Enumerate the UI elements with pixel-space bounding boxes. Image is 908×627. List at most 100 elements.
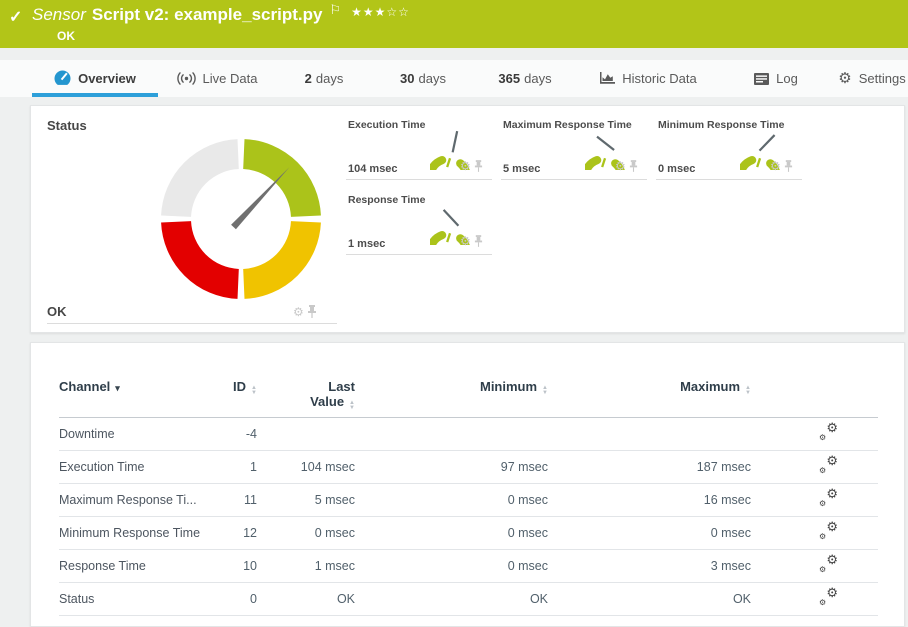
mini-gauge-value: 104 msec [348,163,398,175]
pin-icon[interactable] [629,160,638,172]
channel-settings-icon[interactable]: ⚙⚙ [819,424,838,441]
table-row[interactable]: Downtime -4 ⚙⚙ [59,418,878,451]
pin-icon[interactable] [784,160,793,172]
mini-gauge-label: Response Time [348,194,425,206]
tab-365-days[interactable]: 365 days [488,60,562,97]
channel-settings-icon[interactable]: ⚙⚙ [819,490,838,507]
table-row[interactable]: Maximum Response Ti... 11 5 msec 0 msec … [59,484,878,517]
channel-name: Execution Time [59,451,209,484]
tab-2-days-number: 2 [305,71,312,86]
channel-name: Response Time [59,550,209,583]
gauge-settings-icon[interactable]: ⚙ [615,160,626,172]
column-header-maximum-label: Maximum [680,379,740,394]
sort-icon[interactable]: ▲▼ [251,386,257,396]
table-row[interactable]: Status 0 OK OK OK ⚙⚙ [59,583,878,616]
column-header-maximum[interactable]: Maximum ▲▼ [548,379,751,418]
channel-maximum: OK [548,583,751,616]
tab-2-days-label: days [316,71,343,86]
mini-gauge-minimum-response-time: Minimum Response Time 0 msec ⚙ [656,110,802,180]
sort-icon[interactable]: ▲▼ [542,386,548,396]
gauge-needle [231,165,292,229]
tab-settings[interactable]: ⚙ Settings [836,60,908,97]
channel-name: Maximum Response Ti... [59,484,209,517]
channel-id: 0 [209,583,257,616]
table-row[interactable]: Minimum Response Time 12 0 msec 0 msec 0… [59,517,878,550]
gauge-settings-icon[interactable]: ⚙ [770,160,781,172]
tab-historic-data-label: Historic Data [622,71,696,86]
gauge-toolbar: ⚙ [770,160,793,172]
tab-live-data[interactable]: Live Data [172,60,262,97]
priority-stars[interactable]: ★★★☆☆ [351,5,410,19]
column-header-channel[interactable]: Channel ▾ [59,379,209,418]
mini-gauge-response-time: Response Time 1 msec ⚙ [346,185,492,255]
sensor-title: Script v2: example_script.py [92,5,323,24]
channel-settings-icon[interactable]: ⚙⚙ [819,589,838,606]
divider [346,254,492,255]
sort-icon[interactable]: ▲▼ [349,401,355,411]
divider [47,323,337,324]
channel-maximum: 16 msec [548,484,751,517]
gauge-toolbar: ⚙ [293,305,317,318]
channel-maximum [548,418,751,451]
channel-minimum: 0 msec [355,550,548,583]
divider [656,179,802,180]
divider [501,179,647,180]
column-header-last-value[interactable]: Last Value ▲▼ [257,379,355,418]
flag-icon[interactable]: ⚐ [329,2,341,17]
channel-last-value: 0 msec [257,517,355,550]
divider [346,179,492,180]
channel-maximum: 3 msec [548,550,751,583]
tab-30-days-label: days [419,71,446,86]
tab-30-days[interactable]: 30 days [390,60,456,97]
gauge-toolbar: ⚙ [460,160,483,172]
sensor-status-text: OK [57,29,75,43]
mini-gauge-value: 1 msec [348,238,385,250]
tab-overview[interactable]: Overview [32,60,158,97]
broadcast-icon [177,72,196,85]
gauge-segment-warning [244,222,306,284]
gauge-settings-icon[interactable]: ⚙ [460,160,471,172]
pin-icon[interactable] [474,235,483,247]
tab-log-label: Log [776,71,798,86]
tab-2-days[interactable]: 2 days [292,60,356,97]
mini-gauge-maximum-response-time: Maximum Response Time 5 msec ⚙ [501,110,647,180]
column-header-minimum-label: Minimum [480,379,537,394]
channel-maximum: 187 msec [548,451,751,484]
gear-icon: ⚙ [838,71,851,86]
channel-settings-icon[interactable]: ⚙⚙ [819,523,838,540]
column-header-minimum[interactable]: Minimum ▲▼ [355,379,548,418]
column-header-last-label: Last [257,379,355,394]
gauge-icon [54,70,71,87]
tab-historic-data[interactable]: Historic Data [592,60,704,97]
sort-icon[interactable]: ▲▼ [745,386,751,396]
channel-settings-icon[interactable]: ⚙⚙ [819,556,838,573]
status-gauge-title: Status [47,118,87,133]
column-header-actions [751,379,878,418]
pin-icon[interactable] [307,305,317,318]
channel-name: Status [59,583,209,616]
gauge-settings-icon[interactable]: ⚙ [293,306,304,318]
gauge-toolbar: ⚙ [615,160,638,172]
table-row[interactable]: Response Time 10 1 msec 0 msec 3 msec ⚙⚙ [59,550,878,583]
gauge-segment-error [176,222,238,284]
column-header-channel-label: Channel [59,379,110,394]
mini-gauge-value: 0 msec [658,163,695,175]
pin-icon[interactable] [474,160,483,172]
mini-gauge-execution-time: Execution Time 104 msec ⚙ [346,110,492,180]
table-row[interactable]: Execution Time 1 104 msec 97 msec 187 ms… [59,451,878,484]
channel-name: Downtime [59,418,209,451]
channel-minimum: 97 msec [355,451,548,484]
column-header-id[interactable]: ID▲▼ [209,379,257,418]
sort-desc-icon[interactable]: ▾ [115,383,120,393]
status-overview-panel: Status OK ⚙ Execution Time 104 msec ⚙ [30,105,905,333]
column-header-value-label: Value [310,394,344,409]
tab-30-days-number: 30 [400,71,414,86]
tab-bar: Overview Live Data 2 days 30 days 365 da… [0,60,908,97]
gauge-settings-icon[interactable]: ⚙ [460,235,471,247]
tab-log[interactable]: Log [748,60,804,97]
channel-last-value: OK [257,583,355,616]
channel-settings-icon[interactable]: ⚙⚙ [819,457,838,474]
channel-table: Channel ▾ ID▲▼ Last Value ▲▼ Minimum ▲▼ Max… [59,379,878,616]
tab-settings-label: Settings [859,71,906,86]
channel-minimum [355,418,548,451]
